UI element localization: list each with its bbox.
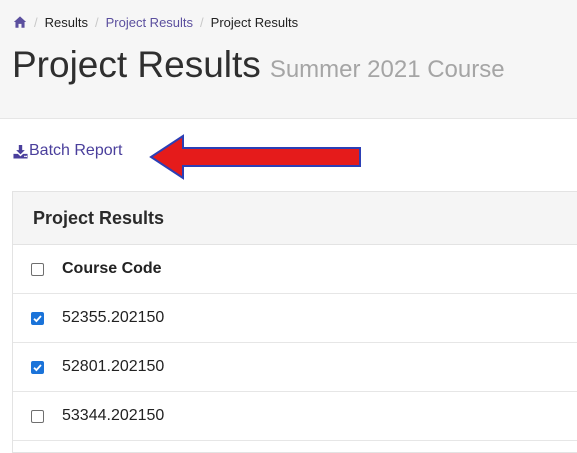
select-all-checkbox[interactable] (31, 262, 44, 276)
breadcrumb-item-current: Project Results (210, 14, 299, 30)
breadcrumb-separator: / (34, 14, 38, 30)
panel-title: Project Results (13, 192, 577, 245)
batch-report-label: Batch Report (29, 142, 123, 159)
page-title: Project Results (12, 44, 261, 85)
download-icon (13, 144, 28, 159)
check-icon (33, 314, 42, 322)
course-code: 52355.202150 (62, 309, 165, 326)
home-icon[interactable] (13, 15, 27, 29)
breadcrumb-item-results[interactable]: Results (45, 15, 88, 30)
course-code: 53344.202150 (62, 407, 165, 424)
row-checkbox[interactable] (31, 311, 44, 325)
project-results-panel: Project Results Course Code 52355.202150… (12, 191, 577, 453)
annotation-arrow (149, 134, 361, 180)
page-header: / Results / Project Results / Project Re… (0, 0, 577, 119)
breadcrumb-item-project-results-link[interactable]: Project Results (106, 15, 193, 30)
row-checkbox[interactable] (31, 409, 44, 423)
breadcrumb-separator: / (200, 14, 204, 30)
row-checkbox[interactable] (31, 360, 44, 374)
table-row: 53344.202150 (13, 392, 577, 441)
table-row: 52801.202150 (13, 343, 577, 392)
breadcrumb: / Results / Project Results / Project Re… (13, 11, 298, 33)
batch-report-link[interactable]: Batch Report (13, 139, 122, 163)
breadcrumb-separator: / (94, 14, 99, 30)
check-icon (33, 363, 42, 371)
course-code: 52801.202150 (62, 358, 165, 375)
page-subtitle: Summer 2021 Course (269, 56, 505, 83)
page-title-group: Project Results Summer 2021 Course (12, 44, 505, 86)
column-header-course-code: Course Code (62, 260, 162, 277)
table-row: 52355.202150 (13, 294, 577, 343)
table-header-row: Course Code (13, 245, 577, 294)
